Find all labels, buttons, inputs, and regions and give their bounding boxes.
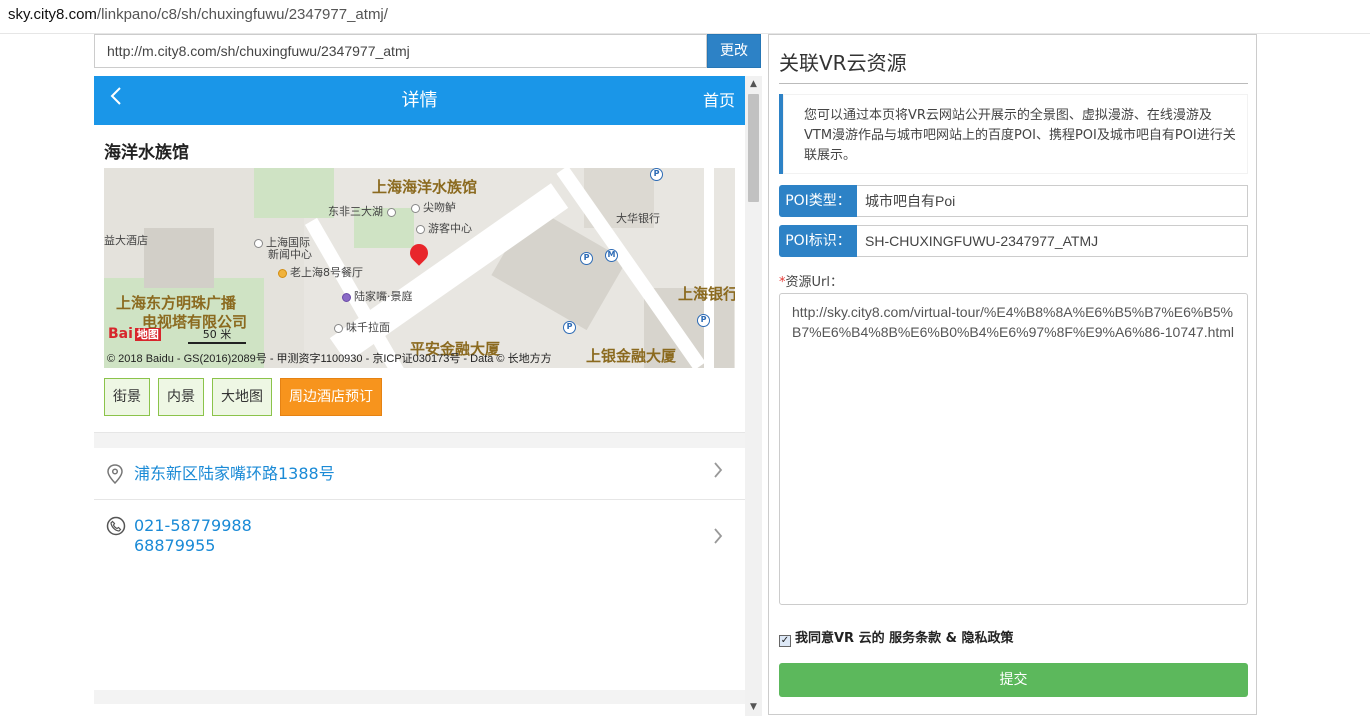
chevron-right-icon [713, 460, 723, 484]
address-host: sky.city8.com [8, 6, 97, 23]
left-column: http://m.city8.com/sh/chuxingfuwu/234797… [94, 34, 762, 727]
home-link[interactable]: 首页 [703, 88, 735, 114]
map-label-uob: 大华银行 [616, 212, 660, 225]
map-label-press: 新闻中心 [268, 248, 312, 261]
mobile-title: 详情 [401, 90, 438, 111]
mobile-header: 详情 首页 [94, 76, 745, 125]
poi-id-input[interactable]: SH-CHUXINGFUWU-2347977_ATMJ [857, 225, 1248, 257]
agreement[interactable]: ✓ 我同意VR 云的 服务条款 & 隐私政策 [779, 627, 1014, 647]
resource-url-textarea[interactable]: http://sky.city8.com/virtual-tour/%E4%B8… [779, 293, 1248, 605]
poi-type-field: POI类型： 城市吧自有Poi [779, 185, 1248, 217]
preview-scrollbar[interactable]: ▲ ▼ [745, 76, 762, 716]
map-label-restaurant: 老上海8号餐厅 [290, 266, 363, 279]
agree-text: 我同意VR 云的 服务条款 & 隐私政策 [795, 631, 1014, 646]
parking-icon: P [563, 321, 576, 334]
scroll-down-icon[interactable]: ▼ [745, 699, 762, 716]
address-row[interactable]: 浦东新区陆家嘴环路1388号 [94, 448, 745, 500]
map-label-bank: 上海银行 [678, 285, 735, 303]
url-row: http://m.city8.com/sh/chuxingfuwu/234797… [94, 34, 762, 70]
poi-type-label: POI类型： [779, 185, 857, 217]
phone-number-2: 68879955 [134, 536, 216, 555]
change-button[interactable]: 更改 [707, 34, 761, 68]
chevron-right-icon [713, 526, 723, 550]
street-view-button[interactable]: 街景 [104, 378, 150, 416]
mobile-page: 详情 首页 海洋水族馆 上海海洋水族馆 上海东方明珠广播 电视塔有限公司 上海银… [94, 76, 745, 716]
metro-icon: M [605, 249, 618, 262]
parking-icon: P [697, 314, 710, 327]
address-bar[interactable]: sky.city8.com/linkpano/c8/sh/chuxingfuwu… [0, 0, 1370, 34]
map-label-visitor-center: 游客中心 [428, 222, 472, 235]
panel-divider [779, 83, 1248, 84]
poi-type-input[interactable]: 城市吧自有Poi [857, 185, 1248, 217]
map-label-pearl-1: 上海东方明珠广播 [116, 294, 237, 312]
map[interactable]: 上海海洋水族馆 上海东方明珠广播 电视塔有限公司 上海银行 平安金融大厦 上银金… [104, 168, 735, 368]
phone-row[interactable]: 021-58779988 68879955 [94, 500, 745, 578]
section-divider [94, 432, 745, 448]
agree-checkbox[interactable]: ✓ [779, 635, 791, 647]
phone-icon [106, 516, 126, 536]
location-pin-icon [106, 464, 124, 485]
map-label-shangyin: 上银金融大厦 [586, 347, 677, 365]
scroll-up-icon[interactable]: ▲ [745, 76, 762, 93]
resource-url-label: *资源Url： [779, 271, 843, 290]
url-input[interactable]: http://m.city8.com/sh/chuxingfuwu/234797… [94, 34, 707, 68]
mobile-preview-frame: 详情 首页 海洋水族馆 上海海洋水族馆 上海东方明珠广播 电视塔有限公司 上海银… [94, 76, 762, 716]
parking-icon: P [580, 252, 593, 265]
baidu-logo: Bai 地图 [108, 326, 161, 342]
vr-resource-panel: 关联VR云资源 您可以通过本页将VR云网站公开展示的全景图、虚拟漫游、在线漫游及… [768, 34, 1257, 715]
map-label-barramundi: 尖吻鲈 [423, 201, 456, 214]
map-copyright: © 2018 Baidu - GS(2016)2089号 - 甲测资字11009… [107, 353, 552, 365]
large-map-button[interactable]: 大地图 [212, 378, 272, 416]
phone-number-1: 021-58779988 [134, 516, 252, 535]
notice-box: 您可以通过本页将VR云网站公开展示的全景图、虚拟漫游、在线漫游及VTM漫游作品与… [779, 94, 1248, 174]
nearby-hotel-button[interactable]: 周边酒店预订 [280, 378, 382, 416]
address-path: /linkpano/c8/sh/chuxingfuwu/2347977_atmj… [96, 6, 388, 23]
map-label-ajisen: 味千拉面 [346, 321, 390, 334]
resource-url-label-text: 资源Url： [785, 275, 843, 290]
panel-title: 关联VR云资源 [779, 51, 907, 75]
submit-button[interactable]: 提交 [779, 663, 1248, 697]
poi-name: 海洋水族馆 [104, 143, 189, 163]
map-label-jingting: 陆家嘴·景庭 [354, 290, 413, 303]
poi-id-field: POI标识： SH-CHUXINGFUWU-2347977_ATMJ [779, 225, 1248, 257]
map-label-lakes: 东非三大湖 [328, 205, 383, 218]
indoor-view-button[interactable]: 内景 [158, 378, 204, 416]
address-text: 浦东新区陆家嘴环路1388号 [134, 464, 335, 483]
poi-id-label: POI标识： [779, 225, 857, 257]
map-scale: 50 米 [188, 326, 246, 344]
section-divider-bottom [94, 690, 745, 704]
parking-icon: P [650, 168, 663, 181]
scroll-thumb[interactable] [748, 94, 759, 202]
map-label-yida: 益大酒店 [104, 234, 148, 247]
map-label-aquarium: 上海海洋水族馆 [372, 178, 478, 196]
